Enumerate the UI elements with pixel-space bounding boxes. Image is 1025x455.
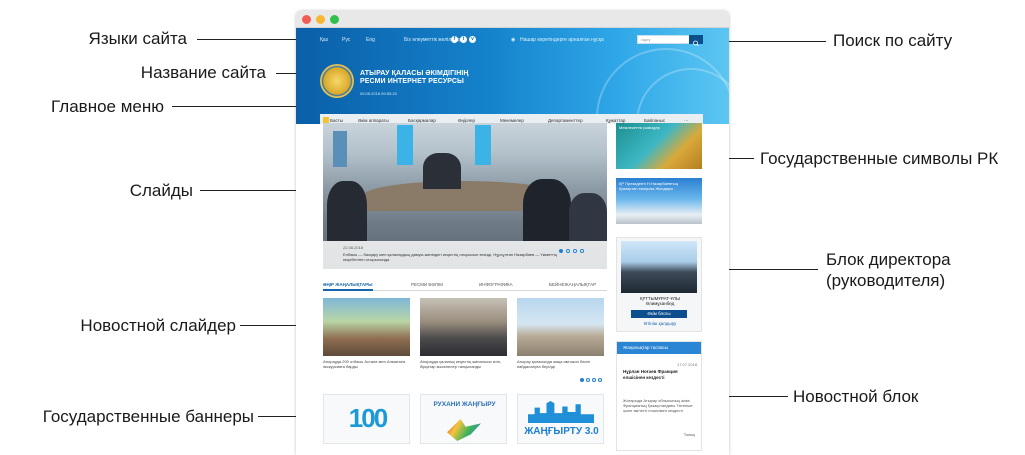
callout-director-line2: (руководителя) <box>826 271 946 291</box>
news-image <box>517 298 604 356</box>
director-name-line2: Әлимұханбед <box>645 301 675 306</box>
director-photo <box>621 241 697 293</box>
slider-dot[interactable] <box>559 249 563 253</box>
president-address-label: ҚР Президенті Н.Назарбаевтың Қазақстан х… <box>619 181 678 191</box>
news-feed-title[interactable]: Нұрлан Ноғаев Франция елшісінен кездесті <box>623 369 699 380</box>
callout-director-line1: Блок директора <box>826 250 951 269</box>
callout-gov-symbols: Государственные символы РК <box>760 149 999 168</box>
search-icon <box>693 40 699 47</box>
news-image <box>323 298 410 356</box>
banner-rukhani[interactable]: РУХАНИ ЖАҢҒЫРУ <box>420 394 507 444</box>
maximize-dot[interactable] <box>330 15 339 24</box>
close-dot[interactable] <box>302 15 311 24</box>
news-card[interactable]: Атырауда қалалық кеңестің жиналысы өтіп,… <box>420 298 507 369</box>
callout-site-name: Название сайта <box>140 63 266 82</box>
banner-100[interactable]: 100 <box>323 394 410 444</box>
news-image <box>420 298 507 356</box>
tab-infographics[interactable]: ИНФОГРАФИКА <box>479 282 513 287</box>
banner-100-text: 100 <box>348 403 388 433</box>
news-title[interactable]: Атырауда 200 отбасы Астана мен Алматыға … <box>323 359 410 369</box>
main-slider[interactable]: 22.08.2018 Елбасы — басқару мен қалалард… <box>323 123 607 269</box>
callout-news-slider: Новостной слайдер <box>80 316 236 335</box>
news-tabs: ӨҢІР ЖАҢАЛЫҚТАРЫ РЕСМИ БӨЛІМ ИНФОГРАФИКА… <box>323 279 607 291</box>
emblem-icon[interactable] <box>320 64 354 98</box>
callout-director-block: Блок директора (руководителя) <box>826 249 951 292</box>
callout-line-slides <box>200 190 305 191</box>
news-title[interactable]: Атырауда қалалық кеңестің жиналысы өтіп,… <box>420 359 507 369</box>
tab-official[interactable]: РЕСМИ БӨЛІМ <box>411 282 443 287</box>
callout-news-block: Новостной блок <box>793 387 919 406</box>
search-input[interactable]: Іздеу <box>637 35 693 44</box>
window-titlebar <box>296 11 729 28</box>
slider-dot[interactable] <box>580 249 584 253</box>
tab-video-news[interactable]: БЕЙНЕЖАҢАЛЫҚТАР <box>549 282 596 287</box>
callout-main-menu: Главное меню <box>51 97 164 116</box>
eye-icon[interactable]: ◉ <box>511 37 515 43</box>
news-feed-block: Жаңалықтар таспасы 17.07.2018 Нұрлан Ноғ… <box>616 341 702 451</box>
site-title[interactable]: АТЫРАУ ҚАЛАСЫ ӘКІМДІГІНІҢ РЕСМИ ИНТЕРНЕТ… <box>360 70 469 86</box>
search-button[interactable] <box>689 35 703 47</box>
callout-languages: Языки сайта <box>88 29 187 48</box>
president-address-image[interactable]: ҚР Президенті Н.Назарбаевтың Қазақстан х… <box>616 178 702 224</box>
vk-icon[interactable]: v <box>469 36 476 43</box>
person-figure <box>327 181 367 241</box>
director-blog-button[interactable]: Әкім блогы <box>631 310 687 318</box>
news-title[interactable]: Атырау қаласында жаңа автожол бөлігі пай… <box>517 359 604 369</box>
news-slider-dot[interactable] <box>586 378 590 382</box>
news-feed-more-link[interactable]: Толық <box>684 432 695 437</box>
accessibility-link[interactable]: Нашар көретіндерге арналған нұсқа <box>520 37 604 43</box>
banner-zhangyrtu-text: ЖАҢҒЫРТУ 3.0 <box>524 426 599 437</box>
gov-symbols-label: Мемлекеттік рәміздер <box>619 125 660 130</box>
flag-image <box>333 131 347 167</box>
callout-line-director <box>718 269 818 270</box>
slide-image <box>323 123 607 241</box>
callout-line-search <box>714 41 826 42</box>
news-feed-header: Жаңалықтар таспасы <box>617 342 701 354</box>
director-request-link[interactable]: Өтініш қалдыру <box>617 321 703 326</box>
site-title-line2: РЕСМИ ИНТЕРНЕТ РЕСУРСЫ <box>360 78 465 85</box>
news-slider-dot[interactable] <box>580 378 584 382</box>
slide-text[interactable]: Елбасы — басқару мен қалалардың дамуы жө… <box>343 252 563 262</box>
person-figure <box>523 179 571 241</box>
news-feed-date: 17.07.2018 <box>676 362 697 367</box>
slide-caption: 22.08.2018 Елбасы — басқару мен қалалард… <box>323 241 607 269</box>
lang-rus[interactable]: Рус <box>342 37 350 43</box>
banner-zhangyrtu[interactable]: ЖАҢҒЫРТУ 3.0 <box>517 394 604 444</box>
news-feed-text: Жоғарыда Атырау облысының әкімі Франциян… <box>623 398 693 413</box>
lang-eng[interactable]: Eng <box>366 37 375 43</box>
news-slider-dot[interactable] <box>592 378 596 382</box>
minimize-dot[interactable] <box>316 15 325 24</box>
gov-symbols-image[interactable]: Мемлекеттік рәміздер <box>616 123 702 169</box>
browser-window: Қаз Рус Eng Біз әлеуметтік желілерде f t… <box>296 11 729 455</box>
news-card[interactable]: Атырау қаласында жаңа автожол бөлігі пай… <box>517 298 604 369</box>
callout-slides: Слайды <box>129 181 193 200</box>
lang-kaz[interactable]: Қаз <box>320 37 328 43</box>
slider-dot[interactable] <box>566 249 570 253</box>
director-name: ҚҰТТЫМҰРАТ-ҰЛЫ Әлимұханбед <box>617 296 703 306</box>
person-figure <box>569 193 607 241</box>
slide-date: 22.08.2018 <box>343 245 364 250</box>
site-header: Қаз Рус Eng Біз әлеуметтік желілерде f t… <box>296 28 729 124</box>
bird-icon <box>447 419 481 441</box>
site-title-line1: АТЫРАУ ҚАЛАСЫ ӘКІМДІГІНІҢ <box>360 70 469 77</box>
news-card[interactable]: Атырауда 200 отбасы Астана мен Алматыға … <box>323 298 410 369</box>
tab-regional-news[interactable]: ӨҢІР ЖАҢАЛЫҚТАРЫ <box>323 282 373 291</box>
flag-image <box>397 125 413 165</box>
flag-image <box>475 125 491 165</box>
city-skyline-icon <box>528 401 594 423</box>
site-date: 09.05.2018 09:53:15 <box>360 91 397 96</box>
news-slider-dot[interactable] <box>598 378 602 382</box>
banner-rukhani-text: РУХАНИ ЖАҢҒЫРУ <box>433 401 496 408</box>
slider-dot[interactable] <box>573 249 577 253</box>
twitter-icon[interactable]: t <box>460 36 467 43</box>
director-block: ҚҰТТЫМҰРАТ-ҰЛЫ Әлимұханбед Әкім блогы Өт… <box>616 237 702 332</box>
facebook-icon[interactable]: f <box>451 36 458 43</box>
person-figure <box>423 153 461 189</box>
callout-search: Поиск по сайту <box>833 31 953 50</box>
callout-gov-banners: Государственные баннеры <box>42 407 254 426</box>
